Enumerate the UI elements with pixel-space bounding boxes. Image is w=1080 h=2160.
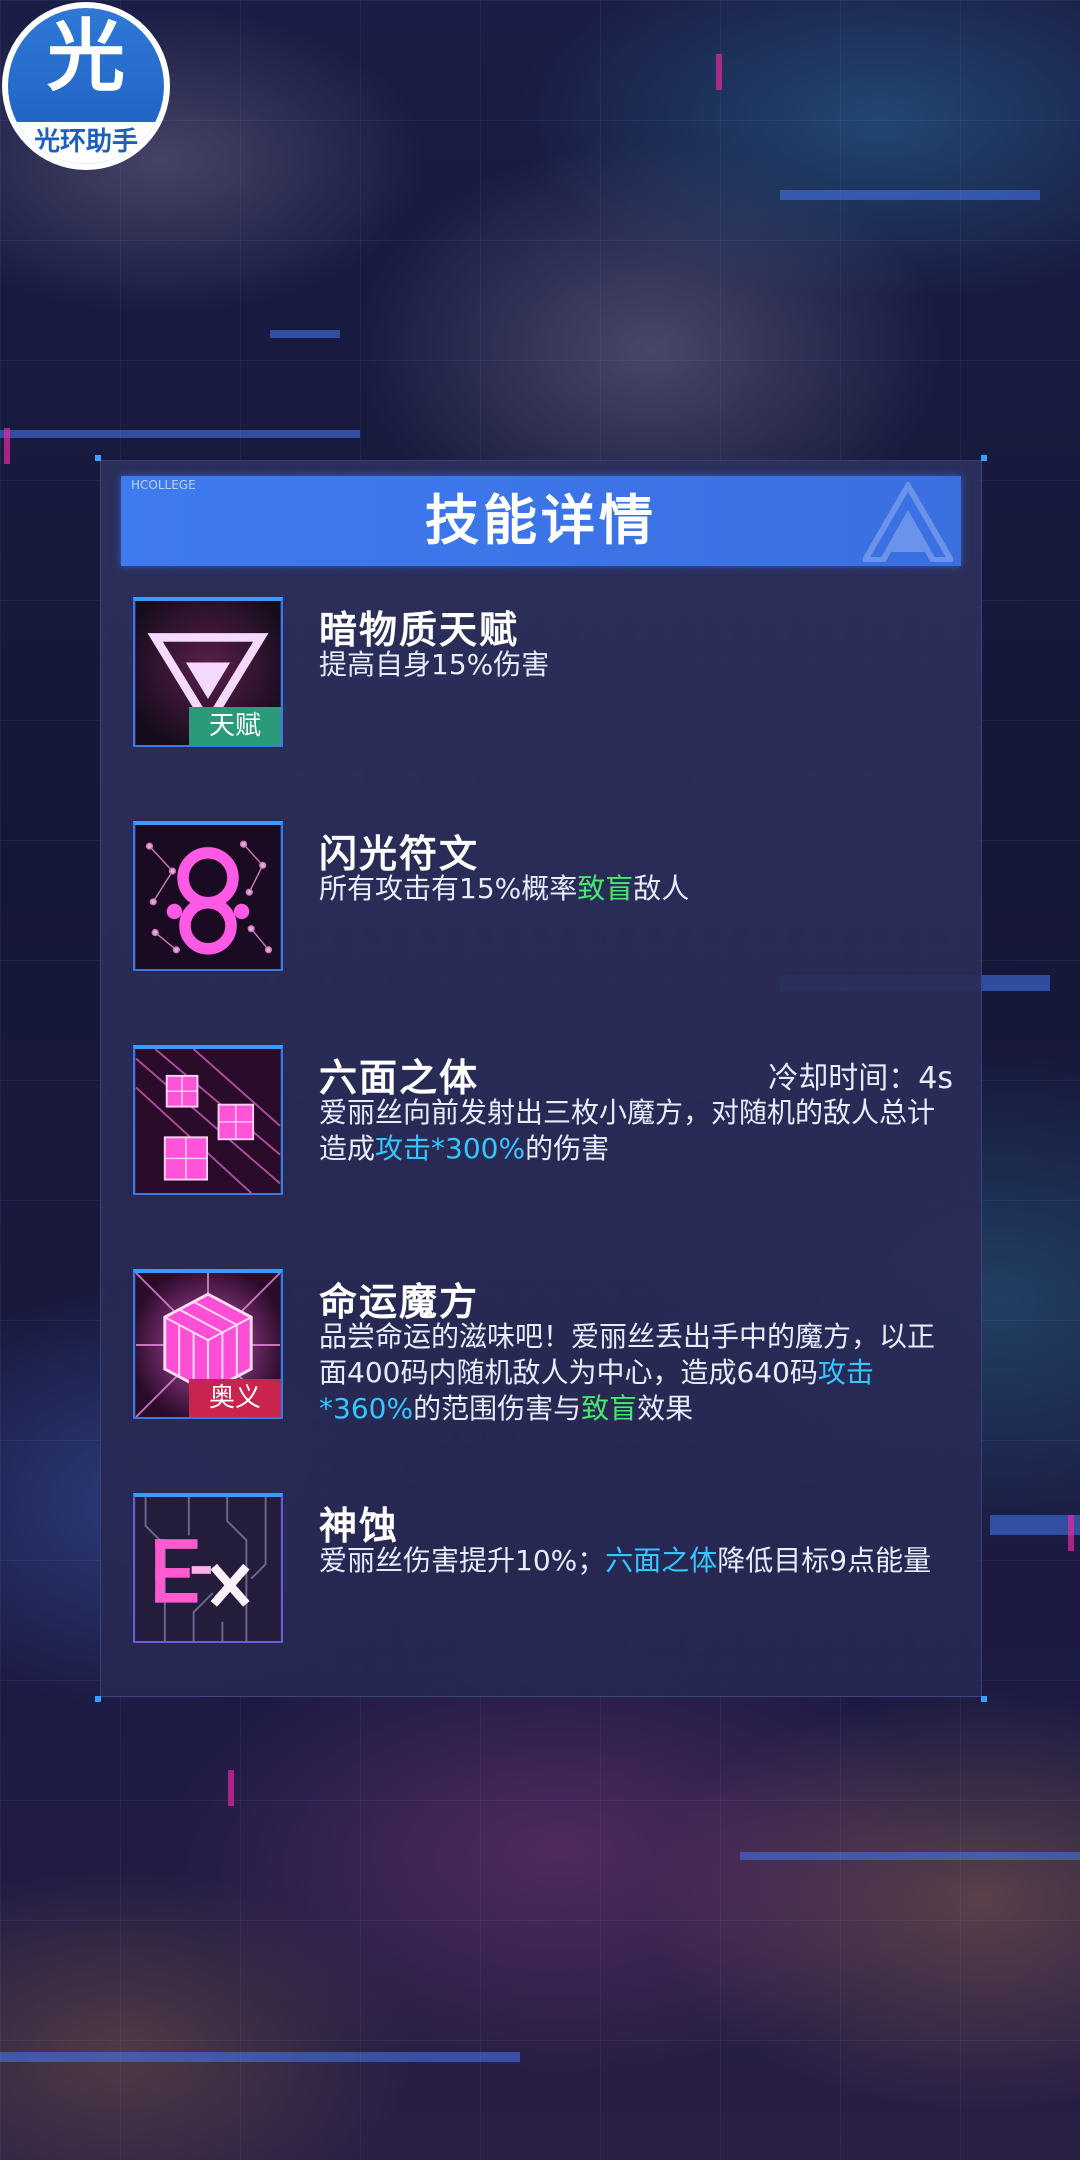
skill-description: 所有攻击有15%概率致盲敌人	[319, 871, 949, 907]
logo-text: 光环助手	[8, 122, 164, 164]
glitch-line	[228, 1770, 234, 1806]
skill-name: 神蚀	[319, 1504, 400, 1548]
header-emblem-icon	[863, 482, 953, 562]
skill-name: 命运魔方	[319, 1280, 480, 1324]
skill-row[interactable]: 神蚀 爱丽丝伤害提升10%；六面之体降低目标9点能量	[133, 1493, 953, 1653]
talent-badge: 天赋	[189, 707, 281, 745]
glitch-line	[270, 330, 340, 338]
desc-text: 效果	[637, 1392, 694, 1425]
page-title: 技能详情	[425, 489, 657, 552]
cooldown-label: 冷却时间：4s	[768, 1061, 953, 1096]
panel-corner	[95, 1696, 101, 1702]
skill-detail-panel: HCOLLEGE 技能详情 天赋 暗物质天赋 提高自身15%伤害 闪光符文 所有…	[95, 455, 987, 1702]
desc-text: 敌人	[633, 872, 690, 905]
panel-corner	[981, 1696, 987, 1702]
skill-row[interactable]: 天赋 暗物质天赋 提高自身15%伤害	[133, 597, 953, 757]
desc-text: 的伤害	[525, 1132, 610, 1165]
glitch-line	[716, 54, 722, 90]
skill-icon[interactable]: 奥义	[133, 1269, 283, 1419]
panel-header: HCOLLEGE 技能详情	[121, 476, 961, 566]
skill-description: 爱丽丝向前发射出三枚小魔方，对随机的敌人总计造成攻击*300%的伤害	[319, 1095, 949, 1167]
ultimate-badge: 奥义	[189, 1379, 281, 1417]
skill-description: 提高自身15%伤害	[319, 647, 949, 683]
panel-corner	[981, 455, 987, 461]
desc-text: 爱丽丝伤害提升10%；	[319, 1544, 606, 1577]
panel-corner	[95, 455, 101, 461]
glitch-line	[4, 428, 10, 464]
skill-name: 暗物质天赋	[319, 608, 520, 652]
damage-keyword: 攻击*300%	[375, 1132, 526, 1165]
skill-icon[interactable]: 天赋	[133, 597, 283, 747]
skill-row[interactable]: 六面之体 冷却时间：4s 爱丽丝向前发射出三枚小魔方，对随机的敌人总计造成攻击*…	[133, 1045, 953, 1215]
glitch-line	[780, 190, 1040, 200]
desc-text: 提高自身15%伤害	[319, 648, 550, 681]
flash-rune-icon	[136, 825, 280, 969]
logo-char: 光	[46, 12, 125, 102]
app-logo[interactable]: 光 光环助手	[2, 2, 170, 170]
glitch-line	[740, 1852, 1080, 1860]
ex-circuit-icon	[136, 1497, 280, 1641]
glitch-line	[1068, 1515, 1074, 1551]
blind-keyword: 致盲	[581, 1392, 638, 1425]
skill-icon[interactable]	[133, 1045, 283, 1195]
blind-keyword: 致盲	[577, 872, 634, 905]
skill-description: 品尝命运的滋味吧！爱丽丝丢出手中的魔方，以正面400码内随机敌人为中心，造成64…	[319, 1319, 949, 1427]
desc-text: 降低目标9点能量	[717, 1544, 932, 1577]
skill-icon[interactable]	[133, 821, 283, 971]
glitch-line	[990, 1515, 1080, 1535]
skill-row[interactable]: 奥义 命运魔方 品尝命运的滋味吧！爱丽丝丢出手中的魔方，以正面400码内随机敌人…	[133, 1269, 953, 1469]
skill-name: 闪光符文	[319, 832, 480, 876]
glitch-line	[0, 2052, 520, 2062]
desc-text: 的范围伤害与	[413, 1392, 582, 1425]
skill-description: 爱丽丝伤害提升10%；六面之体降低目标9点能量	[319, 1543, 949, 1579]
cube-barrage-icon	[135, 1049, 281, 1193]
glitch-line	[0, 430, 360, 438]
skill-icon[interactable]	[133, 1493, 283, 1643]
skill-row[interactable]: 闪光符文 所有攻击有15%概率致盲敌人	[133, 821, 953, 981]
skill-reference-keyword: 六面之体	[605, 1544, 718, 1577]
skill-name: 六面之体	[319, 1056, 480, 1100]
desc-text: 所有攻击有15%概率	[319, 872, 578, 905]
